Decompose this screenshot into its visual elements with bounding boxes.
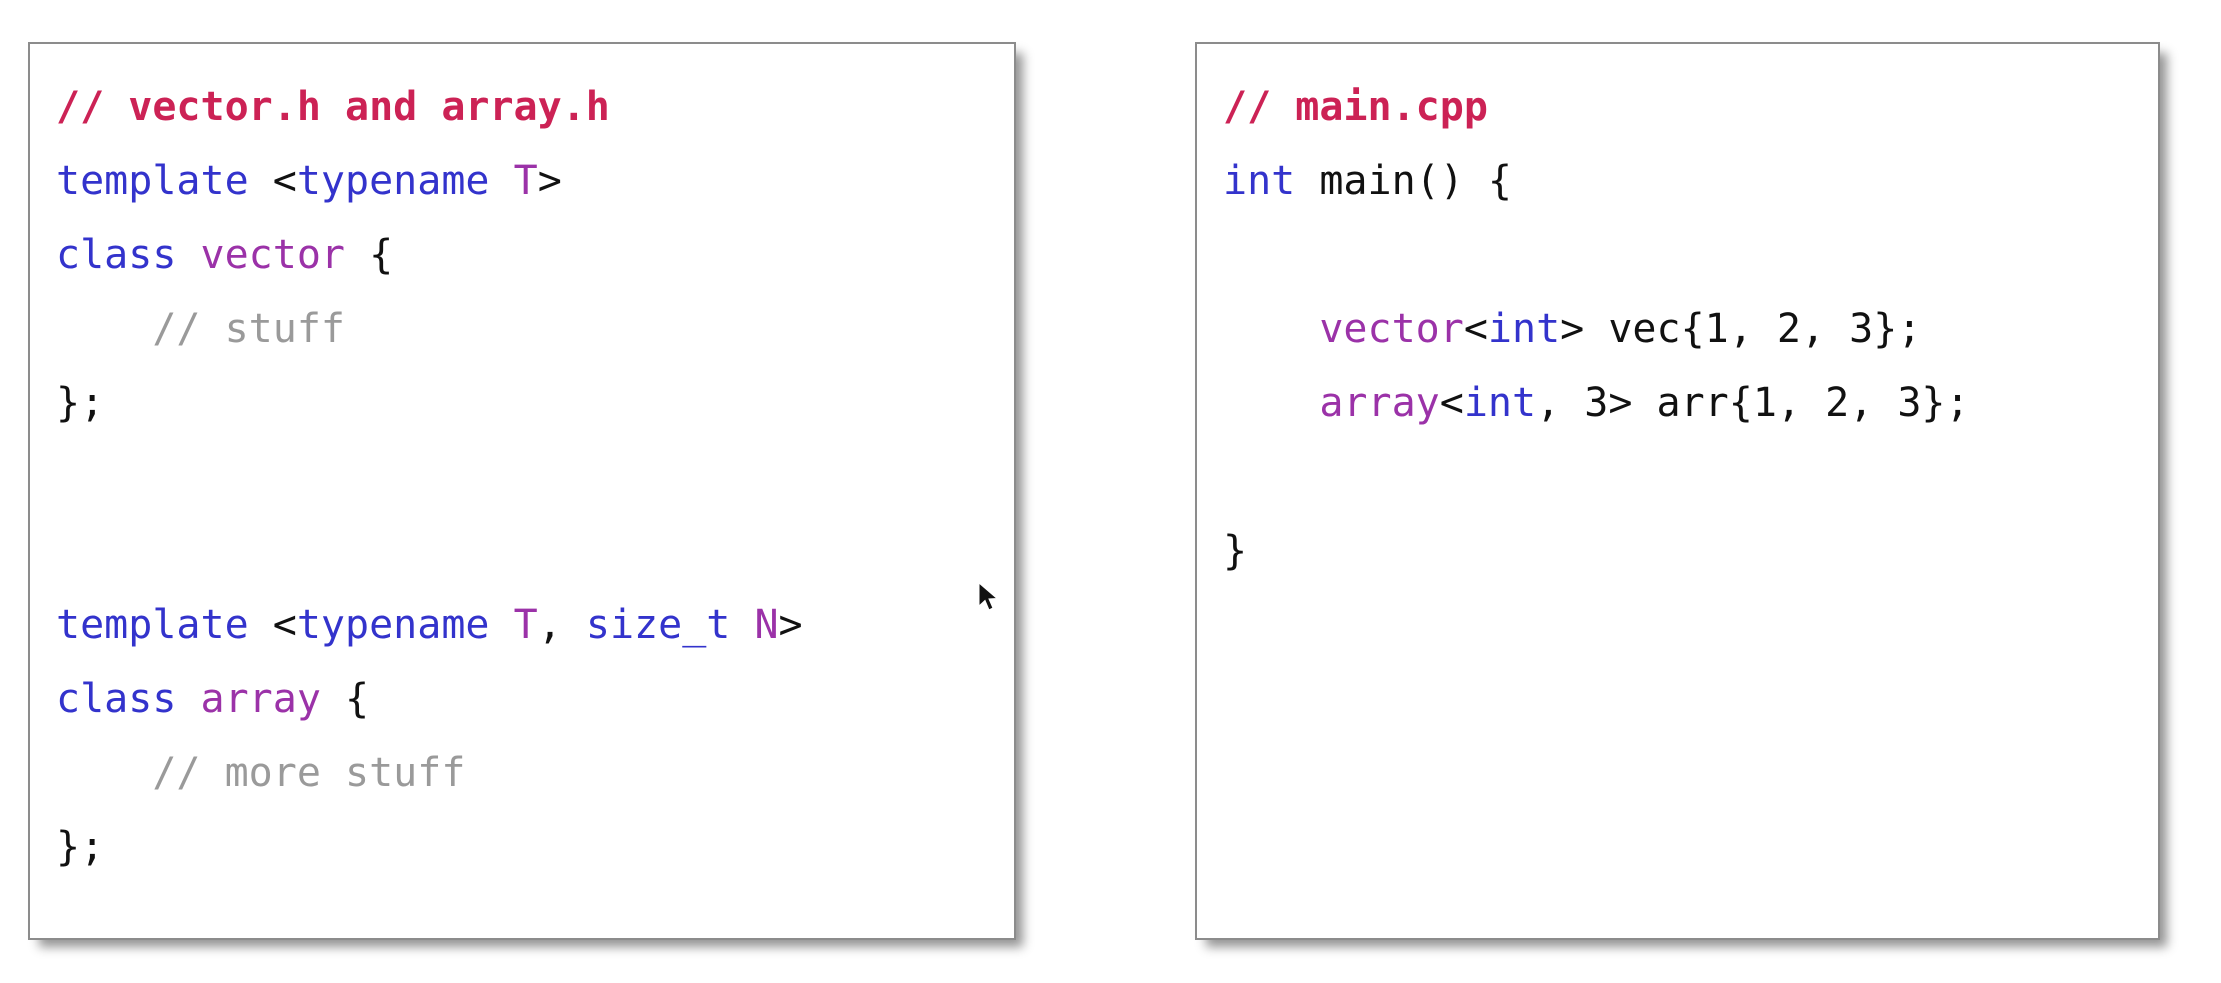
- code-token-punct: >: [778, 602, 803, 648]
- code-token-punct: };: [56, 824, 105, 870]
- code-token-punct: {: [345, 676, 370, 722]
- code-token-keyword: int: [1463, 380, 1537, 426]
- code-token-comment: // more stuff: [152, 750, 466, 796]
- code-line: }: [1223, 514, 2158, 588]
- code-token-type: vector: [200, 232, 346, 278]
- code-token-plain: , 3> arr{1, 2, 3};: [1536, 380, 1970, 426]
- slide-canvas: // vector.h and array.h template <typenam…: [0, 0, 2221, 983]
- code-line: [1223, 218, 2158, 292]
- code-token-type: vector: [1319, 306, 1464, 352]
- code-line: [56, 440, 1014, 514]
- code-token-punct: <: [1463, 306, 1488, 352]
- code-token-keyword: class: [56, 676, 177, 722]
- code-line: // vector.h and array.h: [56, 70, 1014, 144]
- code-token-type: array: [1319, 380, 1440, 426]
- code-token-keyword: size_t: [585, 602, 731, 648]
- code-token-keyword: int: [1223, 158, 1296, 204]
- code-line: // stuff: [56, 292, 1014, 366]
- code-line: class vector {: [56, 218, 1014, 292]
- code-token-filecomment: // main.cpp: [1223, 84, 1488, 130]
- code-token-type: T: [513, 602, 538, 648]
- code-line: class array {: [56, 662, 1014, 736]
- code-token-plain: main() {: [1295, 158, 1512, 204]
- code-token-type: N: [754, 602, 779, 648]
- code-line: };: [56, 366, 1014, 440]
- code-line: };: [56, 810, 1014, 884]
- code-token-punct: <: [1439, 380, 1464, 426]
- code-line: vector<int> vec{1, 2, 3};: [1223, 292, 2158, 366]
- code-token-punct: >: [537, 158, 562, 204]
- code-token-type: T: [513, 158, 538, 204]
- code-token-punct: };: [56, 380, 105, 426]
- code-token-punct: {: [369, 232, 394, 278]
- code-token-keyword: template: [56, 158, 249, 204]
- code-token-filecomment: // vector.h and array.h: [56, 84, 610, 130]
- code-line: // main.cpp: [1223, 70, 2158, 144]
- code-token-keyword: int: [1487, 306, 1561, 352]
- code-token-punct: <: [272, 158, 297, 204]
- code-line: template <typename T, size_t N>: [56, 588, 1014, 662]
- code-token-punct: <: [272, 602, 297, 648]
- code-block-main-cpp: // main.cpp int main() { vector<int> vec{…: [1197, 44, 2158, 588]
- code-token-keyword: class: [56, 232, 177, 278]
- code-line: template <typename T>: [56, 144, 1014, 218]
- code-token-keyword: typename: [296, 602, 490, 648]
- code-token-keyword: typename: [296, 158, 490, 204]
- code-panel-header-files: // vector.h and array.h template <typenam…: [28, 42, 1016, 940]
- code-line: [1223, 440, 2158, 514]
- code-line: [56, 514, 1014, 588]
- code-block-header-files: // vector.h and array.h template <typenam…: [30, 44, 1014, 884]
- code-token-punct: }: [1223, 528, 1248, 574]
- code-line: // more stuff: [56, 736, 1014, 810]
- code-line: array<int, 3> arr{1, 2, 3};: [1223, 366, 2158, 440]
- code-line: int main() {: [1223, 144, 2158, 218]
- code-token-keyword: template: [56, 602, 249, 648]
- code-token-type: array: [200, 676, 321, 722]
- code-token-comment: // stuff: [152, 306, 345, 352]
- code-token-plain: > vec{1, 2, 3};: [1560, 306, 1922, 352]
- code-token-punct: ,: [537, 602, 586, 648]
- code-panel-main-cpp: // main.cpp int main() { vector<int> vec{…: [1195, 42, 2160, 940]
